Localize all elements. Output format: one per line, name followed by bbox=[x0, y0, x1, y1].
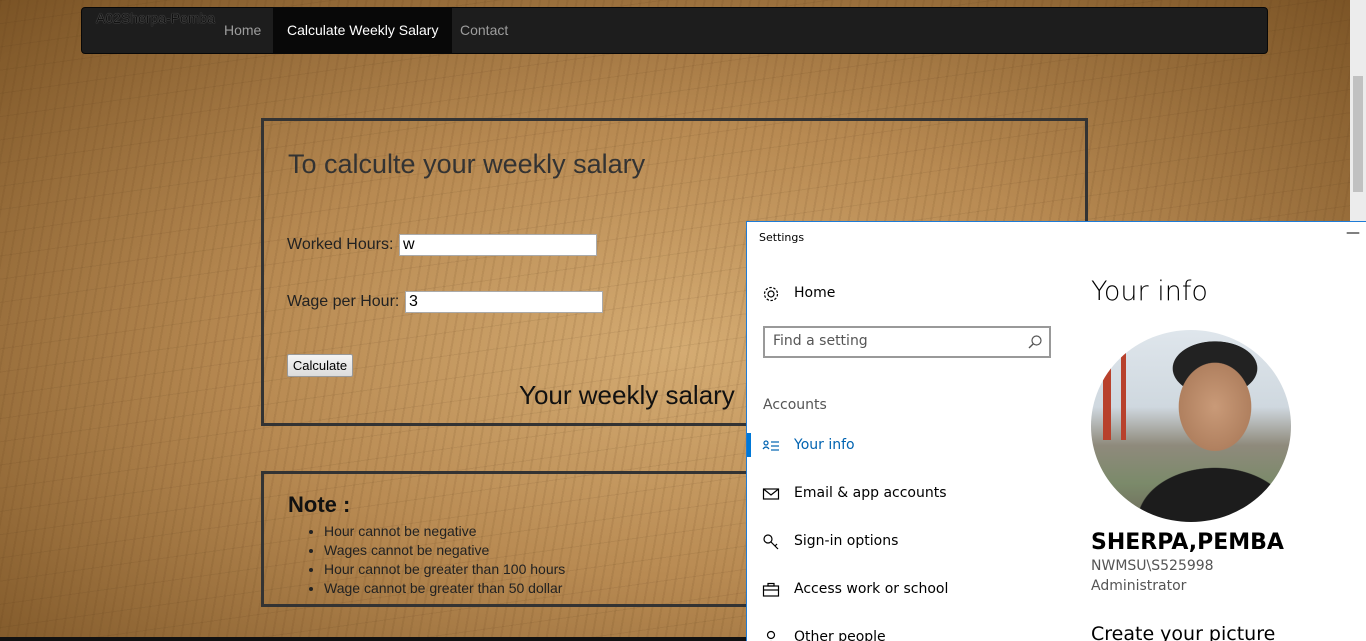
search-input[interactable] bbox=[773, 333, 1023, 349]
calculator-title: To calculte your weekly salary bbox=[288, 149, 646, 179]
nav-label: Email & app accounts bbox=[794, 485, 947, 501]
wage-per-hour-input[interactable] bbox=[405, 291, 603, 313]
account-role: Administrator bbox=[1091, 578, 1187, 594]
wage-per-hour-label: Wage per Hour: bbox=[287, 293, 400, 310]
note-item: Hour cannot be negative bbox=[324, 522, 565, 541]
gear-icon bbox=[762, 285, 780, 303]
nav-label: Other people bbox=[794, 629, 886, 641]
note-item: Wages cannot be negative bbox=[324, 541, 565, 560]
selection-indicator bbox=[747, 433, 751, 457]
weekly-salary-result: Your weekly salary bbox=[519, 380, 735, 410]
nav-label: Access work or school bbox=[794, 581, 949, 597]
create-picture-heading: Create your picture bbox=[1091, 623, 1276, 641]
nav-email-app-accounts[interactable]: Email & app accounts bbox=[747, 479, 1067, 509]
nav-access-work-school[interactable]: Access work or school bbox=[747, 575, 1067, 605]
nav-label: Sign-in options bbox=[794, 533, 899, 549]
person-icon bbox=[762, 629, 780, 641]
note-item: Hour cannot be greater than 100 hours bbox=[324, 560, 565, 579]
note-item: Wage cannot be greater than 50 dollar bbox=[324, 579, 565, 598]
avatar bbox=[1091, 330, 1291, 522]
settings-home-label: Home bbox=[794, 285, 836, 301]
note-list: Hour cannot be negative Wages cannot be … bbox=[324, 522, 565, 598]
top-navbar: A02Sherpa-Pemba Home Calculate Weekly Sa… bbox=[81, 7, 1268, 54]
nav-sign-in-options[interactable]: Sign-in options bbox=[747, 527, 1067, 557]
site-brand[interactable]: A02Sherpa-Pemba bbox=[96, 10, 215, 26]
accounts-section-label: Accounts bbox=[763, 397, 827, 413]
briefcase-icon bbox=[762, 581, 780, 599]
nav-your-info[interactable]: Your info bbox=[747, 431, 1067, 461]
calculate-button[interactable]: Calculate bbox=[287, 354, 353, 377]
bridge-tower bbox=[1103, 330, 1111, 440]
scrollbar-thumb[interactable] bbox=[1353, 76, 1363, 192]
account-id: NWMSU\S525998 bbox=[1091, 558, 1214, 574]
bridge-tower bbox=[1121, 350, 1126, 440]
nav-contact[interactable]: Contact bbox=[446, 8, 522, 53]
minimize-button[interactable]: — bbox=[1346, 225, 1360, 241]
window-title: Settings bbox=[759, 231, 805, 244]
mail-icon bbox=[762, 485, 780, 503]
nav-calculate-weekly-salary[interactable]: Calculate Weekly Salary bbox=[273, 8, 453, 53]
nav-label: Your info bbox=[794, 437, 855, 453]
note-title: Note : bbox=[288, 492, 351, 517]
worked-hours-label: Worked Hours: bbox=[287, 236, 394, 253]
find-setting-search[interactable] bbox=[763, 326, 1051, 358]
worked-hours-input[interactable] bbox=[399, 234, 597, 256]
key-icon bbox=[762, 533, 780, 551]
person-card-icon bbox=[762, 437, 780, 455]
account-name: SHERPA,PEMBA bbox=[1091, 530, 1284, 555]
settings-window: Settings — Home Accounts Your info Email… bbox=[746, 221, 1366, 641]
nav-other-people[interactable]: Other people bbox=[747, 623, 1067, 641]
settings-home-link[interactable]: Home bbox=[747, 279, 1067, 309]
page-title: Your info bbox=[1091, 276, 1208, 307]
search-icon[interactable] bbox=[1027, 334, 1043, 350]
nav-home[interactable]: Home bbox=[210, 8, 275, 53]
